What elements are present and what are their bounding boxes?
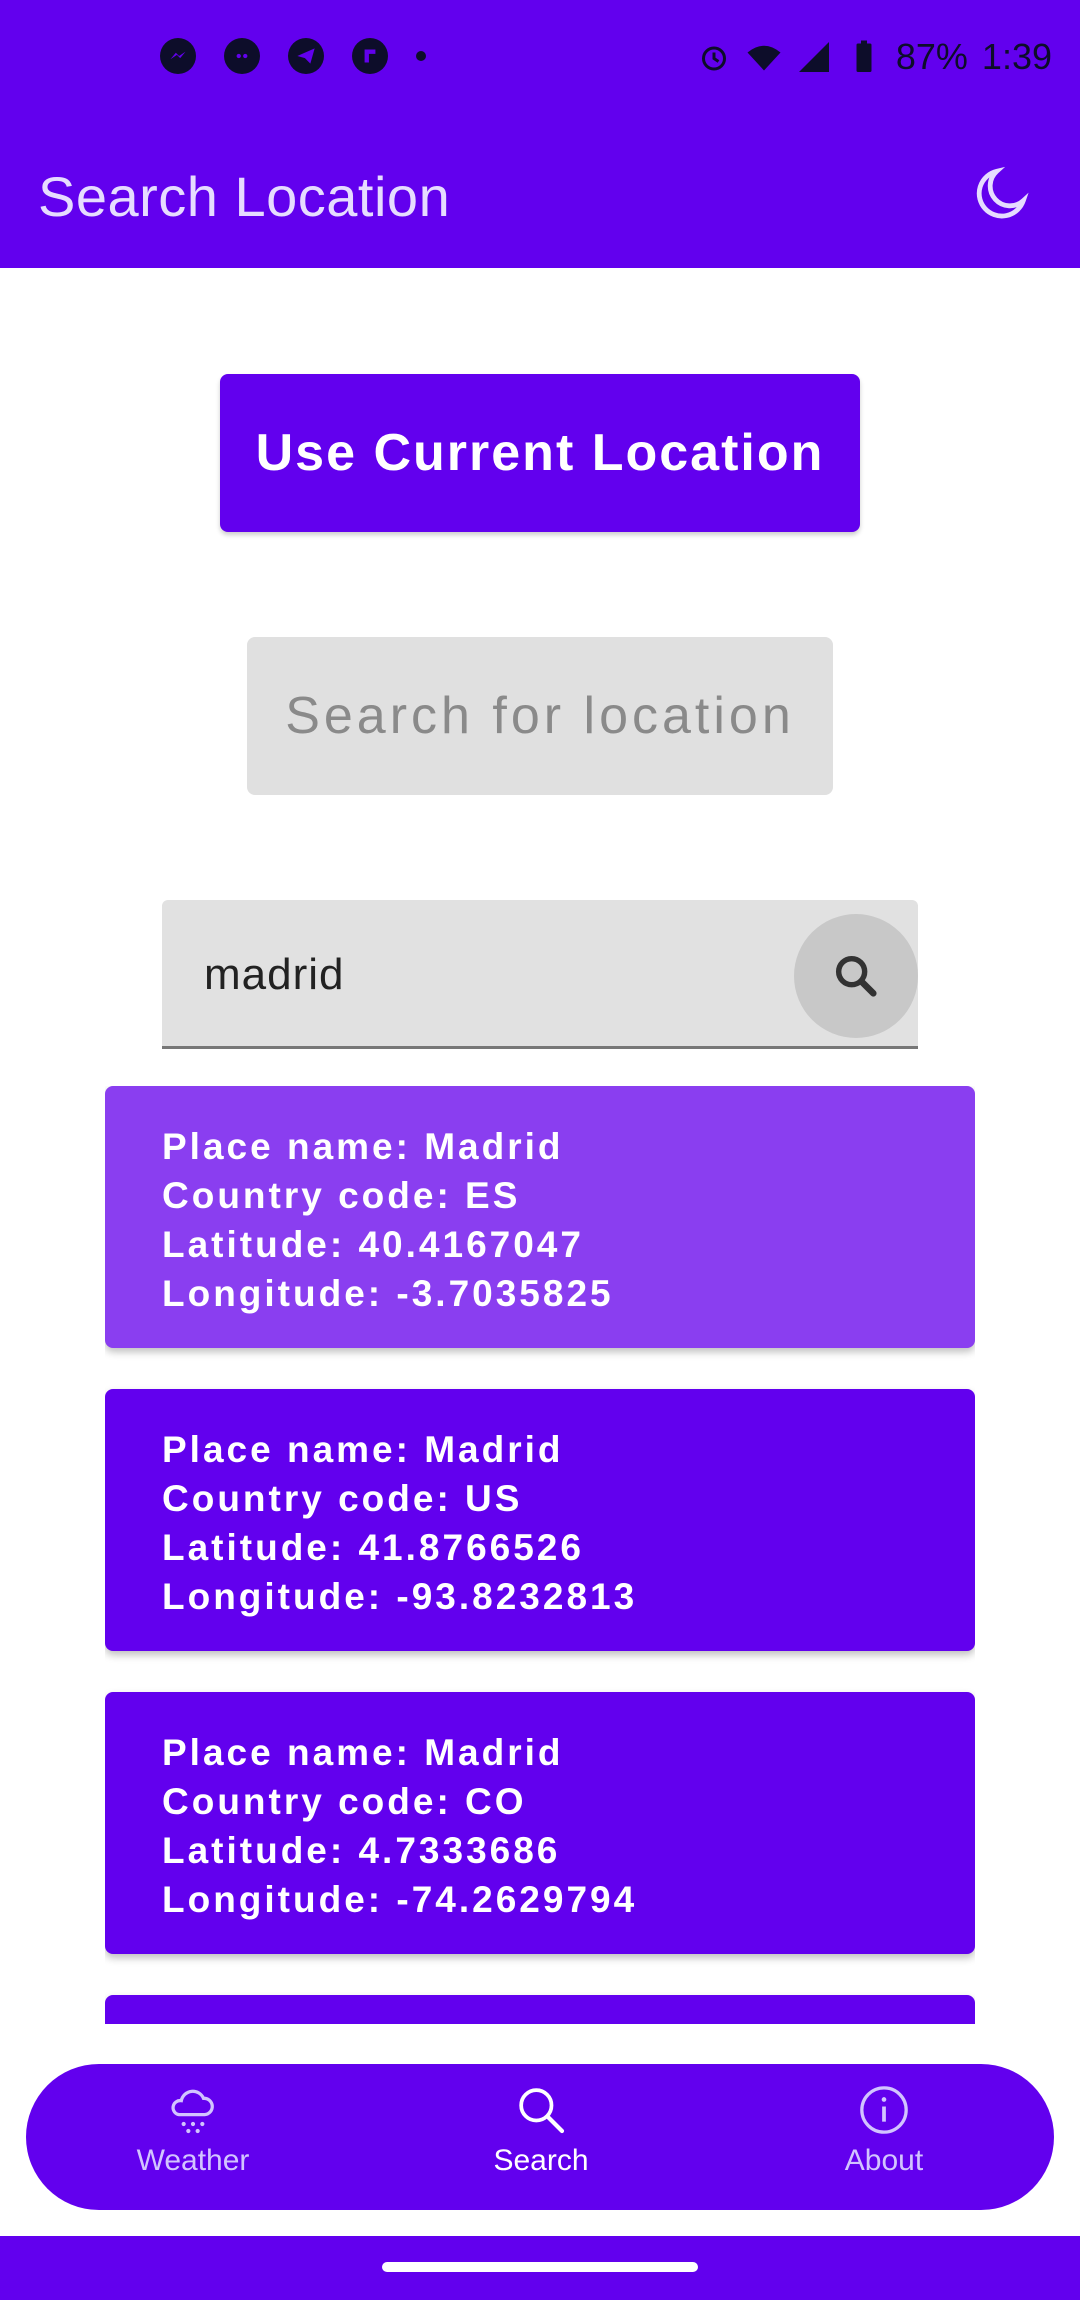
- bottom-nav: Weather Search About: [26, 2064, 1054, 2210]
- nav-search[interactable]: Search: [431, 2082, 651, 2178]
- nav-weather[interactable]: Weather: [83, 2082, 303, 2178]
- telegram-icon: [288, 38, 324, 74]
- search-submit-button[interactable]: [794, 914, 918, 1038]
- nav-weather-label: Weather: [136, 2144, 250, 2177]
- longitude: Longitude: -74.2629794: [162, 1879, 638, 1920]
- search-icon: [519, 2088, 565, 2134]
- home-gesture-handle[interactable]: [382, 2262, 698, 2272]
- place-name: Place name: Madrid: [162, 1429, 564, 1470]
- nav-about[interactable]: About: [774, 2082, 994, 2178]
- search-for-location-button[interactable]: Search for location: [247, 637, 833, 795]
- flipboard-icon: [352, 38, 388, 74]
- result-card[interactable]: Place name: Madrid Country code: US Lati…: [105, 1389, 975, 1651]
- latitude: Latitude: 41.8766526: [162, 1527, 584, 1568]
- status-right: 87% 1:39: [696, 36, 1052, 78]
- app-bar: Search Location: [0, 120, 1080, 268]
- moon-icon[interactable]: [970, 162, 1034, 226]
- longitude: Longitude: -3.7035825: [162, 1273, 614, 1314]
- result-card-partial[interactable]: [105, 1995, 975, 2024]
- battery-icon: [856, 40, 872, 72]
- use-current-location-button[interactable]: Use Current Location: [220, 374, 860, 532]
- country-code: Country code: CO: [162, 1781, 527, 1822]
- signal-icon: [798, 42, 829, 72]
- nav-search-label: Search: [493, 2144, 589, 2177]
- latitude: Latitude: 40.4167047: [162, 1224, 584, 1265]
- result-card[interactable]: Place name: Madrid Country code: ES Lati…: [105, 1086, 975, 1348]
- status-time: 1:39: [981, 36, 1052, 77]
- notification-icons: [160, 38, 426, 74]
- search-input[interactable]: madrid: [162, 900, 918, 1049]
- longitude: Longitude: -93.8232813: [162, 1576, 638, 1617]
- cloud-rain-icon: [171, 2089, 214, 2134]
- result-card[interactable]: Place name: Madrid Country code: CO Lati…: [105, 1692, 975, 1954]
- dot-icon: [416, 51, 426, 61]
- nav-about-label: About: [844, 2144, 924, 2177]
- discord-icon: [224, 38, 260, 74]
- search-input-value[interactable]: madrid: [204, 950, 345, 1000]
- country-code: Country code: US: [162, 1478, 523, 1519]
- page-title: Search Location: [38, 165, 451, 228]
- status-bar: 87% 1:39: [0, 0, 1080, 120]
- info-icon: [860, 2086, 908, 2134]
- messenger-icon: [160, 38, 196, 74]
- battery-percent: 87%: [895, 36, 968, 77]
- alarm-icon: [701, 46, 726, 71]
- system-nav-bar: [0, 2236, 1080, 2300]
- results-list[interactable]: Place name: Madrid Country code: ES Lati…: [105, 1086, 975, 2024]
- place-name: Place name: Madrid: [162, 1126, 564, 1167]
- wifi-icon: [747, 45, 781, 71]
- search-icon: [835, 955, 877, 997]
- place-name: Place name: Madrid: [162, 1732, 564, 1773]
- latitude: Latitude: 4.7333686: [162, 1830, 561, 1871]
- country-code: Country code: ES: [162, 1175, 521, 1216]
